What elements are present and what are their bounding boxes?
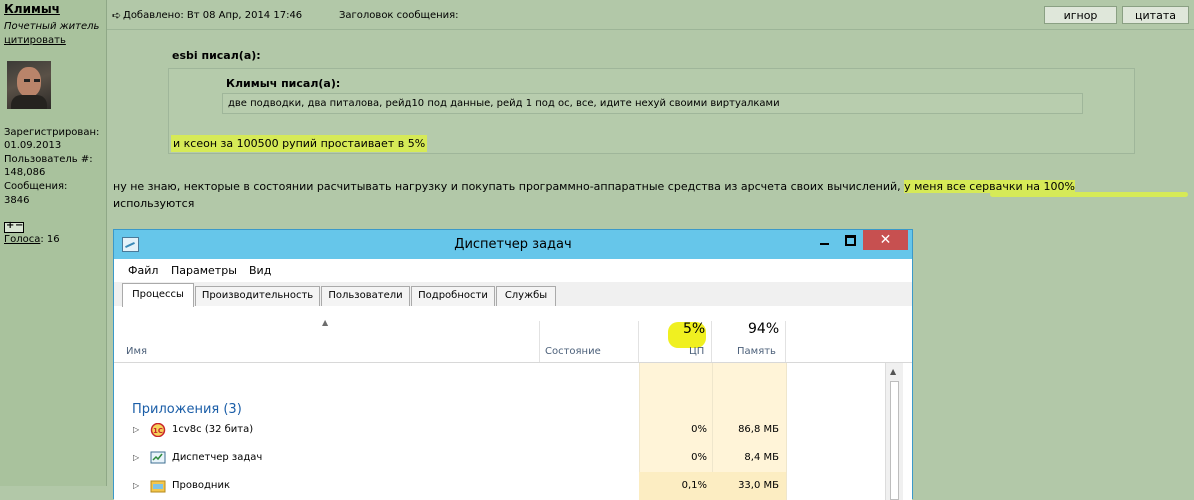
- process-memory: 86,8 МБ: [738, 424, 779, 435]
- process-row[interactable]: ▷ 1С 1cv8c (32 бита) 0% 86,8 МБ: [114, 416, 912, 444]
- user-rank: Почетный житель: [4, 21, 100, 32]
- minimize-icon[interactable]: [811, 230, 837, 250]
- tab-processes[interactable]: Процессы: [122, 283, 194, 307]
- avatar-body: [11, 95, 47, 109]
- task-manager-window: Диспетчер задач ✕ Файл Параметры Вид Про…: [113, 229, 913, 500]
- column-divider: [539, 321, 540, 362]
- column-status[interactable]: Состояние: [545, 346, 601, 357]
- quote2-author: Климыч писал(а):: [226, 77, 341, 90]
- avatar-eye-left: [24, 79, 30, 82]
- votes-count: : 16: [40, 234, 60, 245]
- process-name: Диспетчер задач: [172, 452, 263, 463]
- process-list: ▲ Имя Состояние 5% ЦП 94% Память Приложе…: [114, 306, 912, 500]
- process-cpu: 0,1%: [681, 480, 707, 491]
- post-arrow-icon: ➪: [112, 9, 122, 22]
- menu-view[interactable]: Вид: [249, 259, 271, 282]
- process-row[interactable]: ▷ Диспетчер задач 0% 8,4 МБ: [114, 444, 912, 472]
- user-number-label: Пользователь #:: [4, 154, 93, 165]
- maximize-icon[interactable]: [837, 230, 863, 250]
- avatar: [7, 61, 51, 109]
- cpu-total: 5%: [683, 321, 706, 337]
- messages-label: Сообщения:: [4, 181, 68, 192]
- column-divider: [711, 321, 712, 362]
- quote1-text: и ксеон за 100500 рупий простаивает в 5%: [171, 135, 428, 152]
- quote-button[interactable]: цитата: [1122, 6, 1189, 24]
- post-body-line2: используются: [113, 197, 195, 210]
- title-bar: Диспетчер задач ✕: [114, 230, 912, 259]
- vertical-scrollbar[interactable]: ▲: [885, 363, 903, 500]
- tab-users[interactable]: Пользователи: [321, 286, 410, 306]
- avatar-face: [17, 67, 41, 97]
- post-body-line1: ну не знаю, некторые в состоянии расчиты…: [113, 178, 1075, 195]
- tab-details[interactable]: Подробности: [411, 286, 495, 306]
- menu-options[interactable]: Параметры: [171, 259, 237, 282]
- ignore-button[interactable]: игнор: [1044, 6, 1117, 24]
- column-cpu[interactable]: ЦП: [689, 346, 704, 357]
- memory-total: 94%: [748, 321, 780, 337]
- process-name: 1cv8c (32 бита): [172, 424, 254, 435]
- window-title: Диспетчер задач: [454, 237, 572, 252]
- column-divider: [638, 321, 639, 362]
- menu-file[interactable]: Файл: [128, 259, 158, 282]
- close-icon[interactable]: ✕: [863, 230, 908, 250]
- scroll-thumb[interactable]: [890, 381, 899, 500]
- avatar-eye-right: [34, 79, 40, 82]
- user-number: 148,086: [4, 167, 46, 178]
- process-memory: 33,0 МБ: [738, 480, 779, 491]
- process-name: Проводник: [172, 480, 230, 491]
- menu-bar: Файл Параметры Вид: [114, 259, 912, 282]
- tab-performance[interactable]: Производительность: [195, 286, 320, 306]
- registered-label: Зарегистрирован:: [4, 127, 100, 138]
- user-profile-column: Климыч Почетный житель цитировать Зареги…: [0, 0, 107, 486]
- tab-services[interactable]: Службы: [496, 286, 556, 306]
- quote2-box: две подводки, два питалова, рейд10 под д…: [222, 93, 1083, 114]
- quote-link[interactable]: цитировать: [4, 34, 66, 47]
- registered-date: 01.09.2013: [4, 140, 62, 151]
- process-memory: 8,4 МБ: [744, 452, 779, 463]
- task-manager-app-icon: [150, 451, 166, 464]
- post-date: Добавлено: Вт 08 Апр, 2014 17:46: [123, 10, 303, 21]
- votes: Голоса: 16: [4, 233, 60, 246]
- header-divider: [107, 29, 1194, 30]
- column-header: ▲ Имя Состояние 5% ЦП 94% Память: [114, 306, 912, 363]
- column-name[interactable]: Имя: [126, 346, 147, 357]
- 1c-app-icon: 1С: [150, 423, 166, 437]
- post-subject-label: Заголовок сообщения:: [339, 10, 459, 21]
- process-row[interactable]: ▷ Проводник 0,1% 33,0 МБ: [114, 472, 912, 500]
- post-body-highlight: у меня все сервачки на 100%: [904, 180, 1075, 193]
- messages-count: 3846: [4, 195, 30, 206]
- expand-arrow-icon[interactable]: ▷: [133, 444, 139, 472]
- explorer-folder-icon: [150, 480, 166, 493]
- tabs-row: Процессы Производительность Пользователи…: [114, 282, 912, 307]
- group-apps[interactable]: Приложения (3): [132, 402, 242, 417]
- post-header: ➪ Добавлено: Вт 08 Апр, 2014 17:46 Загол…: [107, 5, 1194, 26]
- quote1-author: esbi писал(а):: [172, 49, 261, 62]
- sort-arrow-icon[interactable]: ▲: [322, 318, 328, 327]
- column-memory[interactable]: Память: [737, 346, 776, 357]
- expand-arrow-icon[interactable]: ▷: [133, 472, 139, 500]
- scroll-up-icon[interactable]: ▲: [890, 367, 896, 376]
- svg-text:1С: 1С: [153, 427, 163, 435]
- username-link[interactable]: Климыч: [4, 3, 60, 16]
- votes-link[interactable]: Голоса: [4, 234, 40, 245]
- expand-arrow-icon[interactable]: ▷: [133, 416, 139, 444]
- post-body-text: ну не знаю, некторые в состоянии расчиты…: [113, 180, 905, 193]
- process-cpu: 0%: [691, 452, 707, 463]
- process-cpu: 0%: [691, 424, 707, 435]
- vote-plus-minus-icon[interactable]: + −: [4, 220, 24, 233]
- column-divider: [785, 321, 786, 362]
